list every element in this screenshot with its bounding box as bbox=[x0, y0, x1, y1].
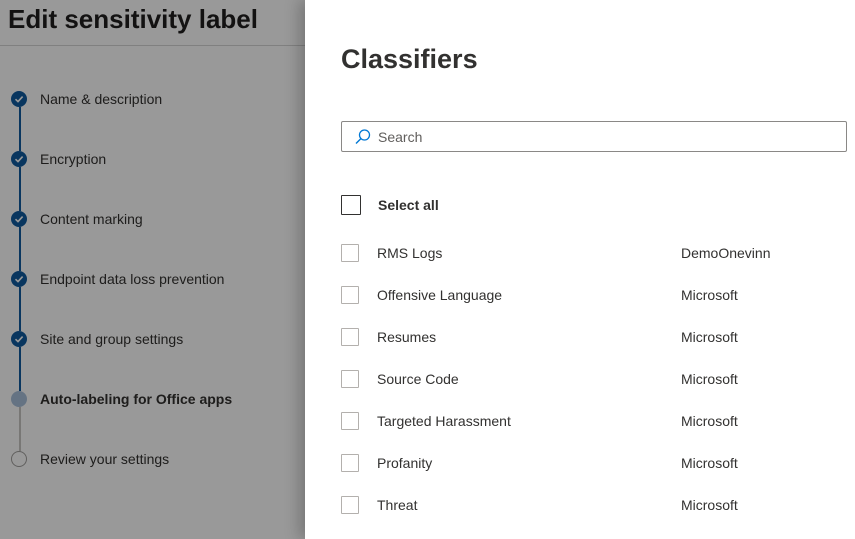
classifier-row[interactable]: Threat Microsoft bbox=[341, 494, 847, 516]
classifier-name: Source Code bbox=[377, 371, 459, 387]
modal-overlay[interactable] bbox=[0, 0, 305, 539]
classifier-name: Resumes bbox=[377, 329, 437, 345]
search-input[interactable] bbox=[378, 128, 828, 145]
classifier-publisher: Microsoft bbox=[681, 413, 738, 429]
classifier-publisher: Microsoft bbox=[681, 329, 738, 345]
select-all-checkbox[interactable] bbox=[341, 195, 361, 215]
classifier-publisher: Microsoft bbox=[681, 371, 738, 387]
classifier-name: Profanity bbox=[377, 455, 433, 471]
classifier-checkbox[interactable] bbox=[341, 328, 359, 346]
classifier-publisher: DemoOnevinn bbox=[681, 245, 771, 261]
classifier-name: Targeted Harassment bbox=[377, 413, 511, 429]
classifier-row[interactable]: Profanity Microsoft bbox=[341, 452, 847, 474]
search-icon bbox=[355, 128, 371, 144]
classifier-checkbox[interactable] bbox=[341, 412, 359, 430]
classifier-row[interactable]: Resumes Microsoft bbox=[341, 326, 847, 348]
classifier-checkbox[interactable] bbox=[341, 286, 359, 304]
classifier-name: Threat bbox=[377, 497, 418, 513]
select-all-row[interactable]: Select all bbox=[341, 194, 847, 216]
classifier-name: Offensive Language bbox=[377, 287, 503, 303]
classifier-row[interactable]: Targeted Harassment Microsoft bbox=[341, 410, 847, 432]
classifier-publisher: Microsoft bbox=[681, 455, 738, 471]
classifier-row[interactable]: Offensive Language Microsoft bbox=[341, 284, 847, 306]
classifier-row[interactable]: Source Code Microsoft bbox=[341, 368, 847, 390]
classifier-publisher: Microsoft bbox=[681, 497, 738, 513]
classifier-checkbox[interactable] bbox=[341, 370, 359, 388]
classifier-checkbox[interactable] bbox=[341, 244, 359, 262]
classifiers-panel: Classifiers Select all RMS Logs DemoOnev… bbox=[305, 0, 855, 539]
select-all-label: Select all bbox=[378, 197, 439, 213]
panel-title: Classifiers bbox=[341, 44, 478, 74]
classifier-name: RMS Logs bbox=[377, 245, 443, 261]
classifier-checkbox[interactable] bbox=[341, 496, 359, 514]
search-box[interactable] bbox=[341, 121, 847, 152]
classifier-row[interactable]: RMS Logs DemoOnevinn bbox=[341, 242, 847, 264]
classifier-publisher: Microsoft bbox=[681, 287, 738, 303]
classifier-checkbox[interactable] bbox=[341, 454, 359, 472]
